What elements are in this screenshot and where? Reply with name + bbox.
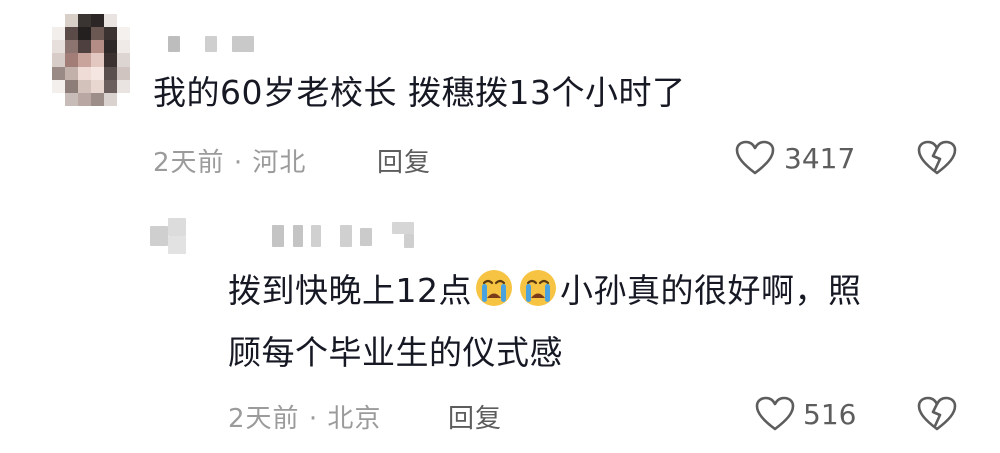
username-blur-block [272,225,284,247]
username-blur-block [205,36,217,52]
crying-face-emoji [518,268,558,308]
reply-location: 北京 [327,404,382,434]
username-blur-block [392,222,414,234]
heart-outline-icon[interactable] [735,140,775,176]
reply-avatar-blur-block [168,218,186,236]
username-blur-block [168,36,180,52]
reply-text-part: 小孙真的很好啊，照 [560,271,862,310]
broken-heart-icon[interactable] [917,140,957,176]
reply-time: 2天前 [228,404,300,434]
like-count: 3417 [784,142,856,175]
comment-location: 河北 [252,148,307,178]
comment-time: 2天前 [153,148,225,178]
username-blur-block [404,234,414,248]
meta-separator: · [308,404,319,434]
reply-text-part: 拨到快晚上12点 [228,271,472,310]
reply-avatar-blur-block [168,236,186,254]
username-blur-block [340,225,352,247]
crying-face-emoji [474,268,514,308]
username-blur-block [360,228,372,246]
username-blur-block [232,36,254,52]
username-blur-block [293,225,303,247]
reply-meta: 2天前 · 北京 [228,398,381,435]
reply-button[interactable]: 回复 [377,142,431,179]
avatar[interactable] [52,14,130,106]
broken-heart-icon[interactable] [917,396,957,432]
reply-avatar-blur-block [150,226,168,246]
like-count: 516 [803,398,857,431]
comment-text: 我的60岁老校长 拨穗拨13个小时了 [153,73,686,112]
reply-text-line2: 顾每个毕业生的仪式感 [228,333,563,372]
reply-text: 拨到快晚上12点 小孙真的很好啊，照 [228,268,862,314]
meta-separator: · [233,148,244,178]
comment-meta: 2天前 · 河北 [153,142,306,179]
username-blur-block [311,225,321,247]
reply-button[interactable]: 回复 [448,398,502,435]
heart-outline-icon[interactable] [755,396,795,432]
